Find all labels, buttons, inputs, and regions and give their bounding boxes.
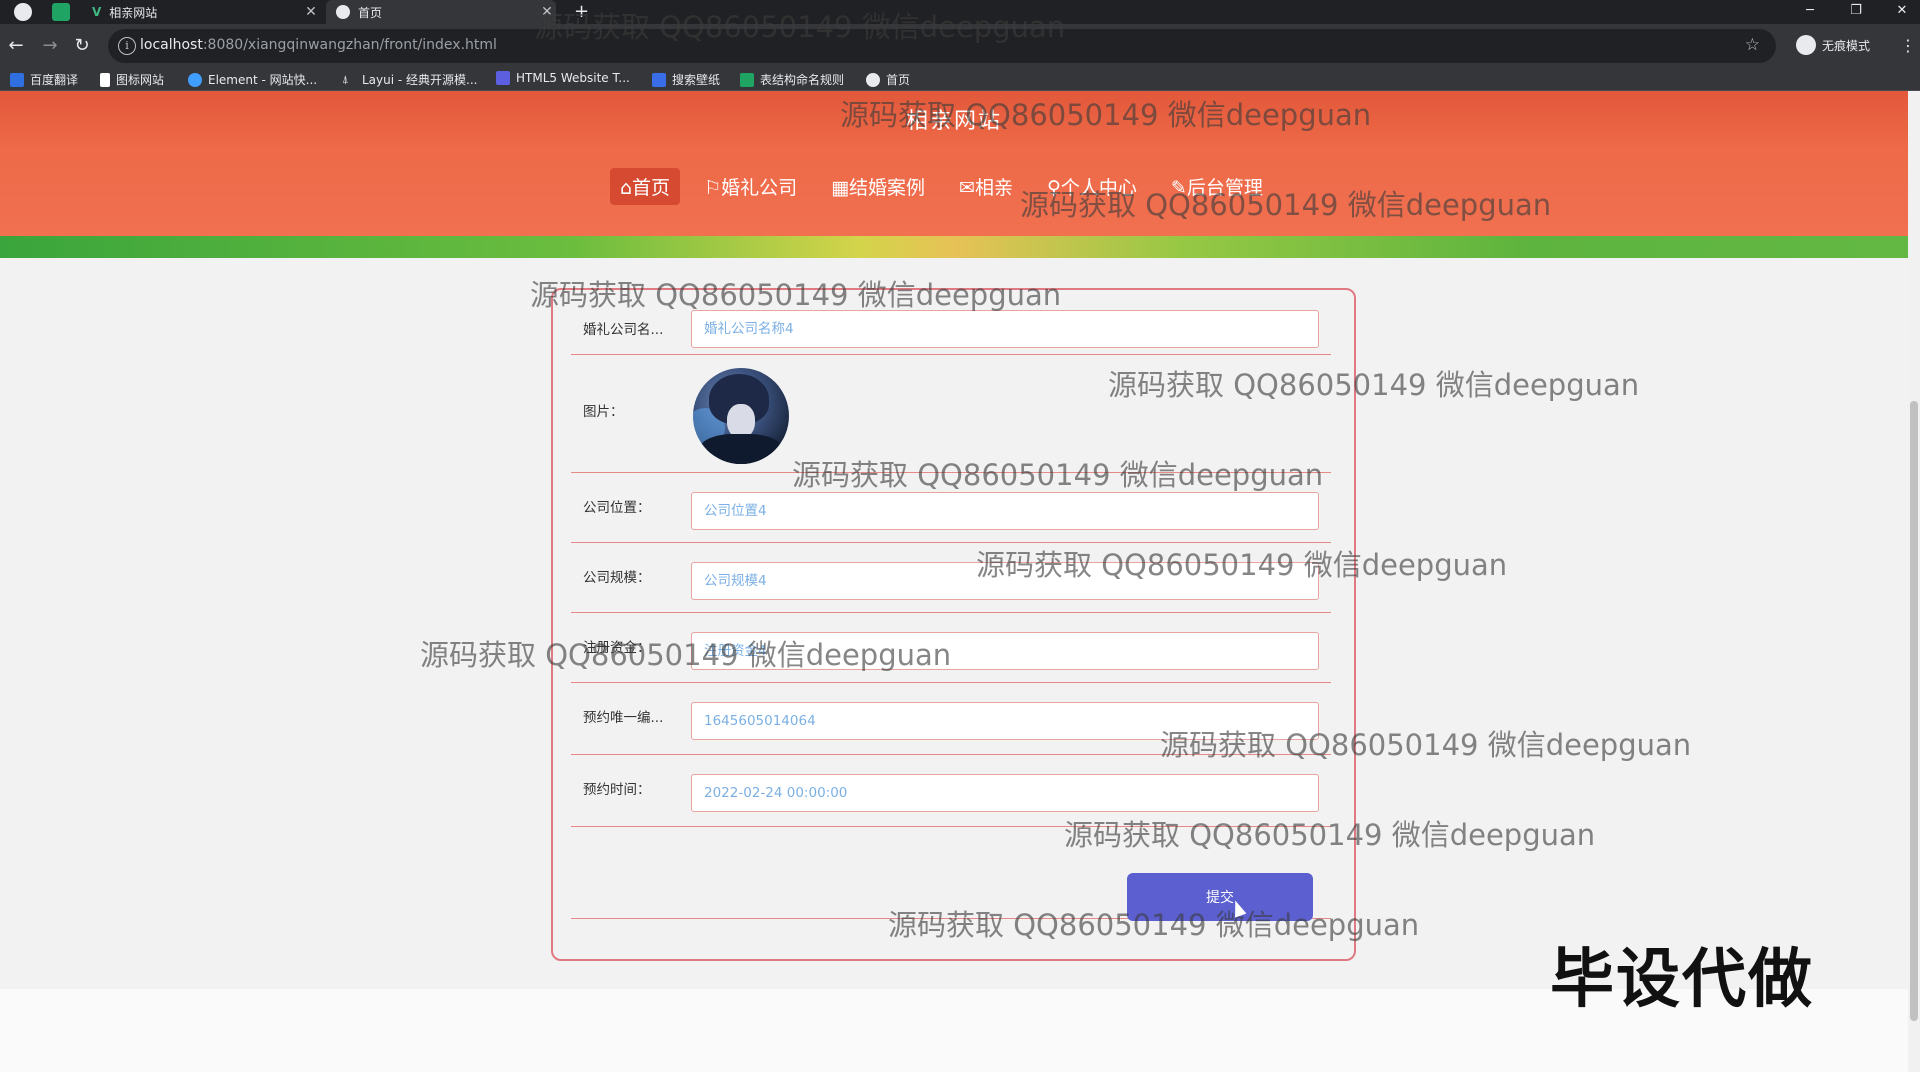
bookmark-label: HTML5 Website T...	[516, 71, 630, 85]
watermark-text: 源码获取 QQ86050149 微信deepguan	[530, 278, 1062, 312]
bookmark-item[interactable]: HTML5 Website T...	[496, 71, 630, 85]
tab-title: 相亲网站	[109, 5, 158, 20]
incognito-icon	[1796, 35, 1816, 55]
minimize-button[interactable]: ─	[1792, 0, 1828, 24]
watermark-text: 源码获取 QQ86050149 微信deepguan	[840, 98, 1372, 132]
bookmark-item[interactable]: Element - 网站快...	[188, 71, 317, 88]
incognito-indicator[interactable]: 无痕模式	[1796, 35, 1870, 55]
bookmark-label: 图标网站	[116, 73, 165, 87]
restore-button[interactable]: ❐	[1838, 0, 1874, 24]
bookmark-item[interactable]: 百度翻译	[10, 71, 78, 88]
globe-icon	[336, 5, 350, 19]
flag-icon	[100, 72, 110, 87]
bookmark-item[interactable]: 表结构命名规则	[740, 71, 844, 88]
field-label: 婚礼公司名...	[583, 322, 664, 338]
tab-home[interactable]: 首页 ✕	[326, 0, 556, 24]
bookmark-item[interactable]: 首页	[866, 71, 910, 88]
bookmark-label: Element - 网站快...	[208, 73, 318, 87]
site-info-icon[interactable]: i	[118, 37, 136, 55]
url-text: localhost:8080/xiangqinwangzhan/front/in…	[140, 37, 497, 53]
nav-wedding-company[interactable]: ⚐婚礼公司	[694, 168, 807, 205]
watermark-text: 源码获取 QQ86050149 微信deepguan	[976, 548, 1508, 582]
bookmark-label: 百度翻译	[30, 73, 79, 87]
overlay-tag-text: 毕设代做	[1550, 943, 1814, 1017]
forward-arrow-icon[interactable]: →	[38, 36, 62, 56]
field-label: 预约时间：	[583, 782, 651, 798]
bookmark-label: Layui - 经典开源模...	[362, 73, 478, 87]
bookmark-label: 搜索壁纸	[672, 73, 721, 87]
reload-icon[interactable]: ↻	[70, 36, 94, 56]
vue-icon: V	[92, 5, 102, 19]
incognito-label: 无痕模式	[1822, 38, 1871, 53]
bookmarks-bar: 百度翻译 图标网站 Element - 网站快... ⍋ Layui - 经典开源…	[0, 68, 1920, 91]
watermark-text: 源码获取 QQ86050149 微信deepguan	[420, 638, 952, 672]
field-label: 公司规模：	[583, 570, 651, 586]
field-label: 预约唯一编...	[583, 710, 664, 726]
nav-wedding-cases[interactable]: ▦结婚案例	[821, 168, 935, 205]
watermark-text: 源码获取 QQ86050149 微信deepguan	[888, 908, 1420, 942]
html5-icon	[496, 71, 510, 85]
company-image-avatar[interactable]	[693, 368, 789, 464]
url-host: localhost	[140, 37, 203, 53]
bookmark-item[interactable]: ⍋ Layui - 经典开源模...	[342, 71, 477, 88]
watermark-text: 源码获取 QQ86050149 微信deepguan	[1160, 728, 1692, 762]
company-location-input[interactable]: 公司位置4	[691, 492, 1319, 530]
form-row-company-name: 婚礼公司名... 婚礼公司名称4	[571, 308, 1331, 355]
nav-matchmaking[interactable]: ✉相亲	[949, 168, 1023, 205]
watermark-text: 源码获取 QQ86050149 微信deepguan	[1064, 818, 1596, 852]
tab-xiangqin[interactable]: V 相亲网站 ✕	[86, 0, 320, 24]
watermark-text: 源码获取 QQ86050149 微信deepguan	[792, 458, 1324, 492]
bookmark-star-icon[interactable]: ☆	[1745, 35, 1760, 55]
bookmark-item[interactable]: 图标网站	[100, 71, 164, 88]
booking-time-input[interactable]: 2022-02-24 00:00:00	[691, 774, 1319, 812]
watermark-text: 源码获取 QQ86050149 微信deepguan	[1108, 368, 1640, 402]
close-window-button[interactable]: ✕	[1884, 0, 1920, 24]
banner-image-strip	[0, 236, 1908, 258]
field-label: 图片：	[583, 404, 624, 420]
wallpaper-icon	[652, 72, 666, 87]
sheet-icon	[740, 72, 754, 87]
element-icon	[188, 72, 202, 87]
field-label: 公司位置：	[583, 500, 651, 516]
bookmark-item[interactable]: 搜索壁纸	[652, 71, 720, 88]
bookmark-label: 首页	[886, 73, 911, 87]
url-path: :8080/xiangqinwangzhan/front/index.html	[202, 37, 497, 53]
pinned-tab-globe-icon[interactable]	[14, 3, 32, 21]
nav-home[interactable]: ⌂首页	[610, 167, 681, 205]
menu-kebab-icon[interactable]: ⋮	[1900, 36, 1916, 55]
tab-title: 首页	[358, 5, 383, 20]
pinned-tab-sheet-icon[interactable]	[52, 3, 70, 21]
layui-icon: ⍋	[342, 72, 349, 86]
baidu-translate-icon	[10, 72, 24, 87]
company-name-input[interactable]: 婚礼公司名称4	[691, 310, 1319, 348]
globe-icon	[866, 72, 880, 87]
bookmark-label: 表结构命名规则	[760, 73, 845, 87]
page-scrollbar[interactable]	[1908, 91, 1920, 1072]
scrollbar-thumb[interactable]	[1910, 401, 1918, 1021]
back-arrow-icon[interactable]: ←	[4, 36, 28, 56]
tab-close-icon[interactable]: ✕	[302, 4, 320, 20]
watermark-text: 源码获取 QQ86050149 微信deepguan	[534, 10, 1066, 44]
watermark-text: 源码获取 QQ86050149 微信deepguan	[1020, 188, 1552, 222]
